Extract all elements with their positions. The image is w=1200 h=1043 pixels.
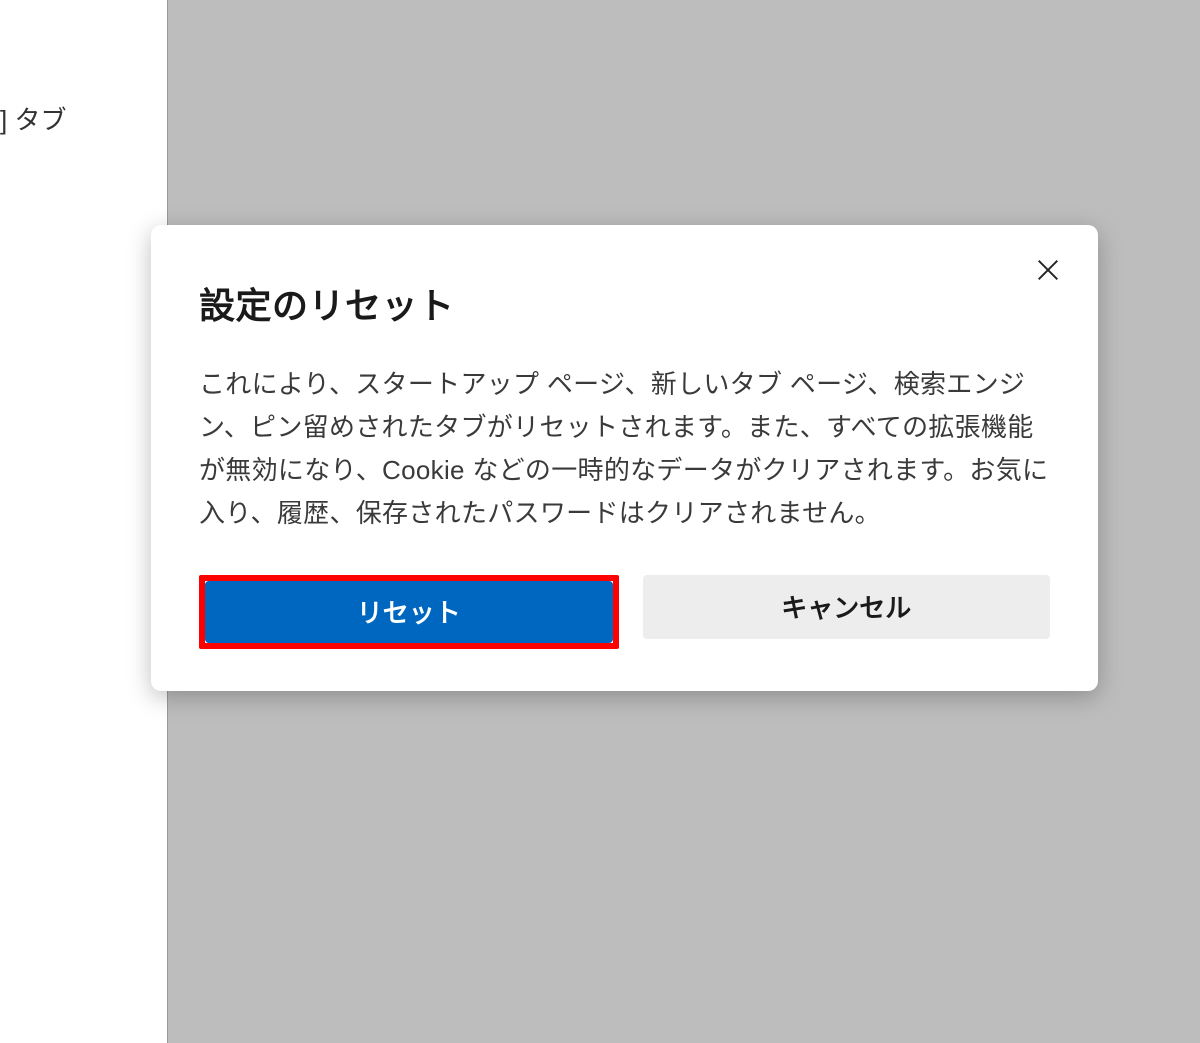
background-left-panel [0, 0, 167, 1043]
dialog-button-row: リセット キャンセル [199, 575, 1050, 649]
reset-button-highlight: リセット [199, 575, 619, 649]
close-icon [1034, 256, 1062, 287]
dialog-body-text: これにより、スタートアップ ページ、新しいタブ ページ、検索エンジン、ピン留めさ… [199, 363, 1050, 535]
reset-button[interactable]: リセット [205, 581, 613, 643]
dialog-title: 設定のリセット [199, 277, 1050, 329]
background-text-fragment: ] タブ [0, 100, 66, 137]
close-button[interactable] [1026, 249, 1070, 293]
reset-settings-dialog: 設定のリセット これにより、スタートアップ ページ、新しいタブ ページ、検索エン… [151, 225, 1098, 691]
cancel-button[interactable]: キャンセル [643, 575, 1051, 639]
